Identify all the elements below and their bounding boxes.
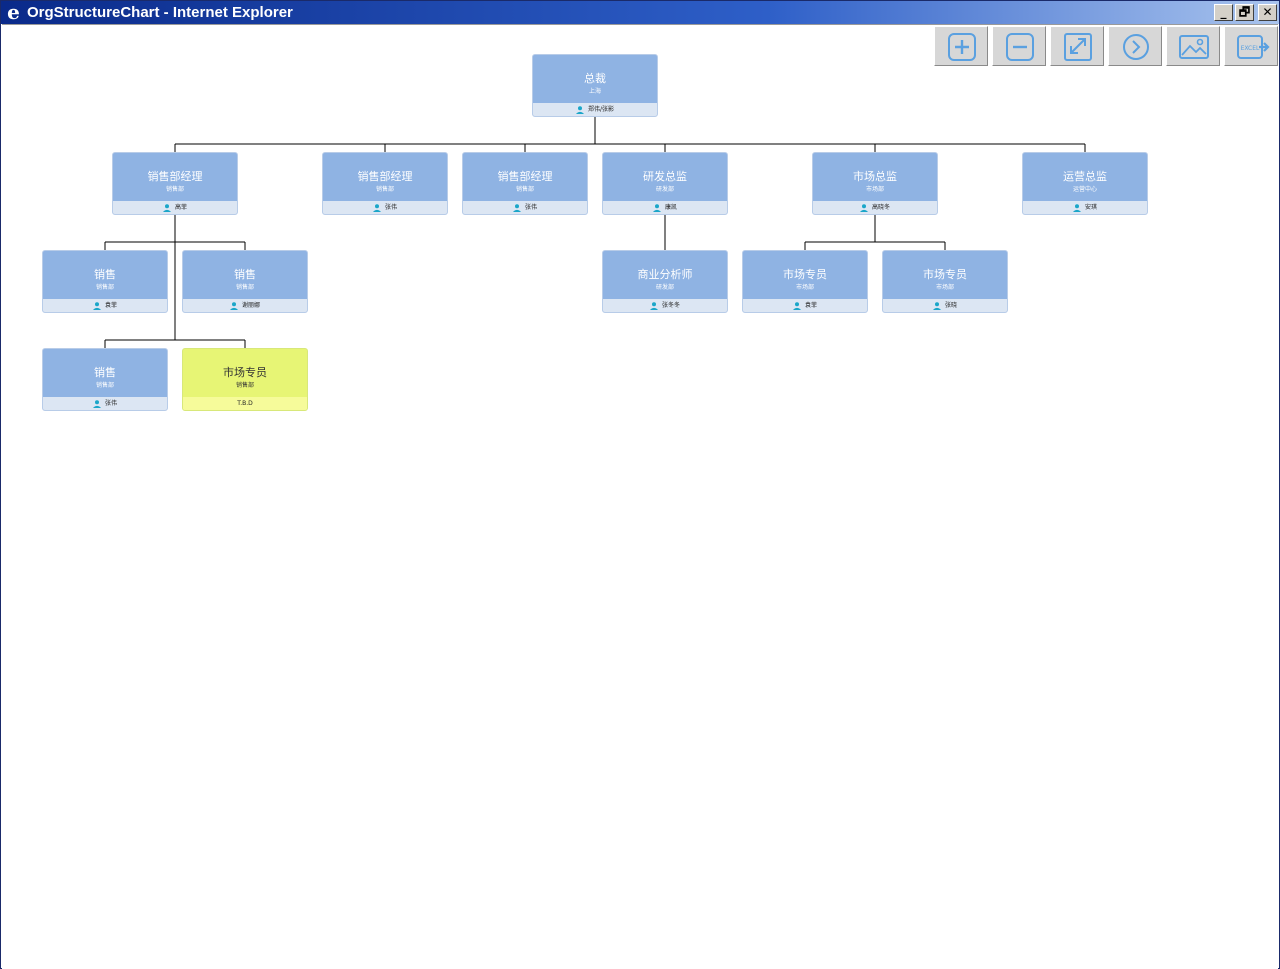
- person-icon: [229, 301, 238, 310]
- node-employee-name: 高菲: [174, 204, 187, 211]
- node-department: 市场部: [865, 186, 884, 193]
- node-footer: 张晓: [883, 299, 1007, 312]
- person-icon: [932, 301, 941, 310]
- person-icon: [1072, 203, 1081, 212]
- person-icon: [859, 203, 868, 212]
- node-title: 销售部经理: [147, 170, 203, 183]
- node-employee-name: 高晓冬: [871, 204, 890, 211]
- org-node-sales-3[interactable]: 销售 销售部 张伟: [42, 348, 168, 411]
- node-footer: 张伟: [463, 201, 587, 214]
- org-node-operations-director[interactable]: 运营总监 运营中心 安琪: [1022, 152, 1148, 215]
- node-title: 总裁: [584, 72, 606, 85]
- minimize-button[interactable]: _: [1214, 4, 1233, 21]
- person-icon: [92, 301, 101, 310]
- node-department: 销售部: [235, 382, 254, 389]
- org-node-marketing-specialist-1[interactable]: 市场专员 市场部 袁菲: [742, 250, 868, 313]
- close-button[interactable]: ✕: [1258, 4, 1277, 21]
- node-employee-name: 张冬冬: [661, 302, 680, 309]
- node-employee-name: 安琪: [1084, 204, 1097, 211]
- node-employee-name: 张晓: [944, 302, 957, 309]
- org-node-sales-manager-3[interactable]: 销售部经理 销售部 张伟: [462, 152, 588, 215]
- node-title: 销售: [234, 268, 256, 281]
- node-title: 研发总监: [643, 170, 687, 183]
- node-department: 研发部: [655, 186, 674, 193]
- node-employee-name: 张伟: [384, 204, 397, 211]
- person-icon: [162, 203, 171, 212]
- org-node-marketing-specialist-2[interactable]: 市场专员 市场部 张晓: [882, 250, 1008, 313]
- person-icon: [792, 301, 801, 310]
- node-footer: 袁菲: [743, 299, 867, 312]
- org-node-rd-director[interactable]: 研发总监 研发部 康凯: [602, 152, 728, 215]
- person-icon: [652, 203, 661, 212]
- node-footer: 谢丽娜: [183, 299, 307, 312]
- node-department: 研发部: [655, 284, 674, 291]
- browser-window: e OrgStructureChart - Internet Explorer …: [0, 0, 1280, 969]
- node-footer: T.B.D: [183, 397, 307, 410]
- node-title: 商业分析师: [637, 268, 693, 281]
- node-footer: 郑伟/张影: [533, 103, 657, 116]
- node-department: 销售部: [235, 284, 254, 291]
- node-footer: 康凯: [603, 201, 727, 214]
- node-footer: 高菲: [113, 201, 237, 214]
- org-node-sales-1[interactable]: 销售 销售部 袁菲: [42, 250, 168, 313]
- node-title: 市场专员: [783, 268, 827, 281]
- internet-explorer-icon: e: [7, 0, 20, 24]
- title-bar[interactable]: e OrgStructureChart - Internet Explorer …: [1, 1, 1279, 24]
- node-department: 销售部: [515, 186, 534, 193]
- person-icon: [92, 399, 101, 408]
- node-footer: 张伟: [43, 397, 167, 410]
- person-icon: [372, 203, 381, 212]
- node-department: 市场部: [795, 284, 814, 291]
- node-department: 销售部: [375, 186, 394, 193]
- org-node-business-analyst[interactable]: 商业分析师 研发部 张冬冬: [602, 250, 728, 313]
- org-node-marketing-director[interactable]: 市场总监 市场部 高晓冬: [812, 152, 938, 215]
- node-department: 销售部: [95, 284, 114, 291]
- node-title: 销售部经理: [497, 170, 553, 183]
- node-department: 运营中心: [1072, 186, 1097, 193]
- org-node-vacant-position[interactable]: 市场专员 销售部 T.B.D: [182, 348, 308, 411]
- node-employee-name: 张伟: [104, 400, 117, 407]
- node-department: 上海: [588, 88, 601, 95]
- node-title: 销售部经理: [357, 170, 413, 183]
- node-department: 销售部: [95, 382, 114, 389]
- node-employee-name: 郑伟/张影: [587, 106, 615, 113]
- node-department: 市场部: [935, 284, 954, 291]
- node-footer: 张冬冬: [603, 299, 727, 312]
- org-node-sales-manager-2[interactable]: 销售部经理 销售部 张伟: [322, 152, 448, 215]
- node-footer: 安琪: [1023, 201, 1147, 214]
- person-icon: [575, 105, 584, 114]
- window-title: OrgStructureChart - Internet Explorer: [27, 4, 293, 21]
- node-title: 销售: [94, 366, 116, 379]
- restore-button[interactable]: 🗗: [1235, 4, 1254, 21]
- node-department: 销售部: [165, 186, 184, 193]
- org-node-sales-manager-1[interactable]: 销售部经理 销售部 高菲: [112, 152, 238, 215]
- node-employee-name: 袁菲: [104, 302, 117, 309]
- node-footer: 张伟: [323, 201, 447, 214]
- org-node-sales-2[interactable]: 销售 销售部 谢丽娜: [182, 250, 308, 313]
- node-title: 市场专员: [223, 366, 267, 379]
- node-employee-name: 康凯: [664, 204, 677, 211]
- node-title: 市场总监: [853, 170, 897, 183]
- node-title: 市场专员: [923, 268, 967, 281]
- node-employee-name: 张伟: [524, 204, 537, 211]
- node-footer: 高晓冬: [813, 201, 937, 214]
- person-icon: [649, 301, 658, 310]
- node-footer: 袁菲: [43, 299, 167, 312]
- node-employee-name: 谢丽娜: [241, 302, 260, 309]
- person-icon: [512, 203, 521, 212]
- node-title: 销售: [94, 268, 116, 281]
- node-employee-name: 袁菲: [804, 302, 817, 309]
- chart-canvas[interactable]: EXCEL 总裁 上海 郑伟/张影 销售部经理 销售部 高菲 销售部经理 销售部…: [2, 24, 1278, 969]
- node-title: 运营总监: [1063, 170, 1107, 183]
- org-node-ceo[interactable]: 总裁 上海 郑伟/张影: [532, 54, 658, 117]
- node-employee-name: T.B.D: [237, 400, 253, 407]
